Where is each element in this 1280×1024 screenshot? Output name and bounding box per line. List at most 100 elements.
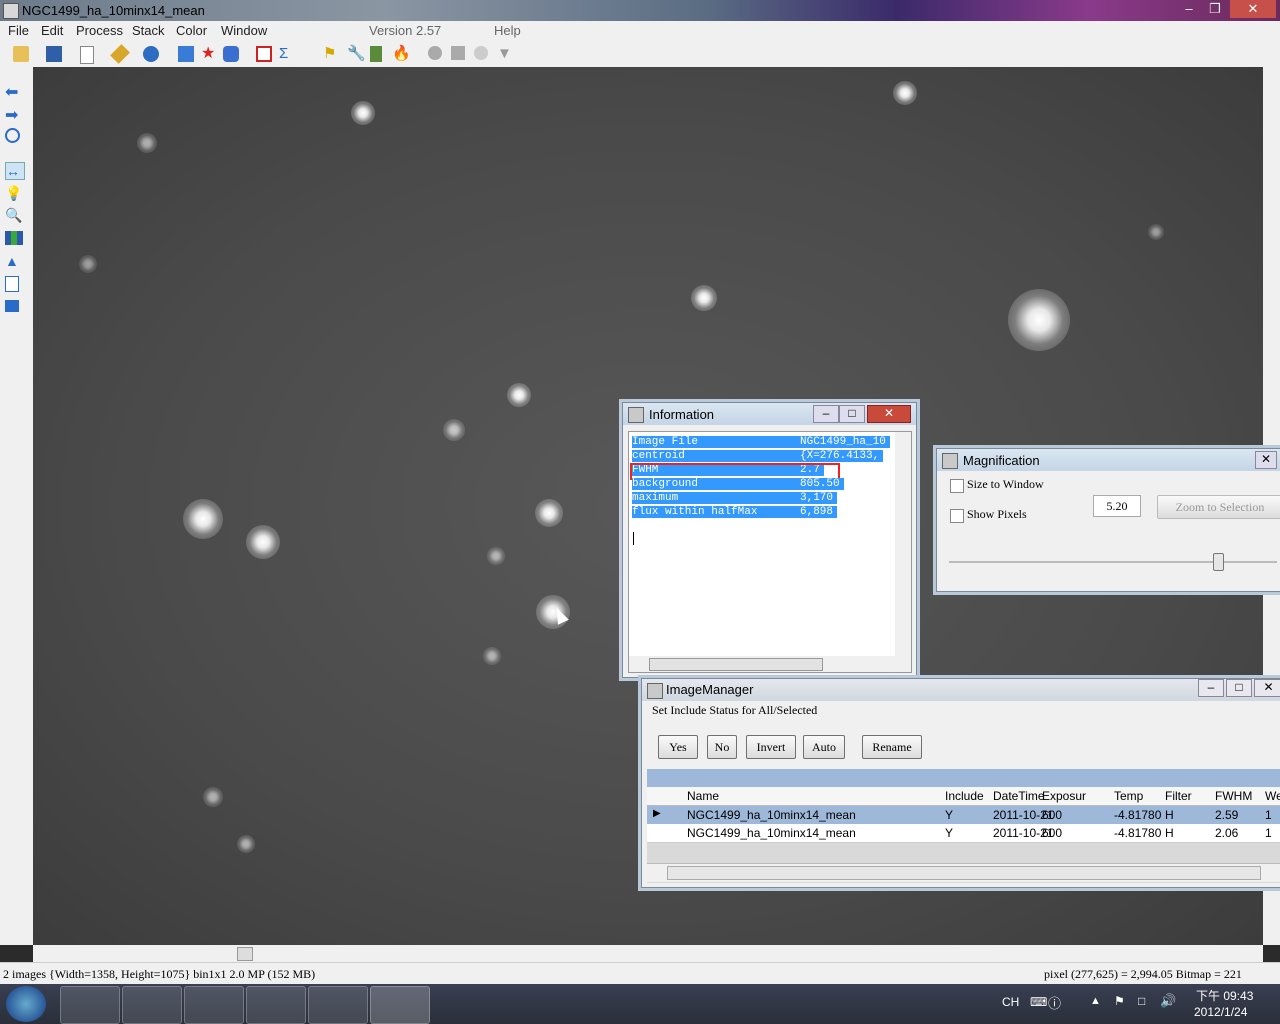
grid-row[interactable]: ▶ NGC1499_ha_10minx14_mean Y 2011-10-21 600-… — [647, 806, 1280, 825]
im-minimize-button[interactable]: – — [1198, 679, 1224, 697]
menu-stack[interactable]: Stack — [132, 23, 165, 38]
grid-column-header[interactable]: We — [1265, 789, 1280, 803]
grid-cell: 2.06 — [1215, 826, 1239, 840]
menu-process[interactable]: Process — [76, 23, 123, 38]
grid-column-header[interactable]: FWHM — [1215, 789, 1252, 803]
back-arrow-icon[interactable]: ⬅ — [5, 82, 23, 101]
clock-time[interactable]: 下午 09:43 — [1196, 987, 1253, 1004]
grid-column-header[interactable]: Filter — [1165, 789, 1192, 803]
info-hscrollbar[interactable] — [629, 656, 911, 672]
info-close-button[interactable]: ✕ — [867, 405, 911, 423]
volume-icon[interactable]: 🔊 — [1160, 993, 1176, 1009]
grid-group-header — [647, 769, 1280, 787]
start-button[interactable] — [6, 986, 46, 1022]
auto-button[interactable]: Auto — [803, 735, 845, 759]
info-vscrollbar[interactable] — [895, 432, 911, 656]
close-button[interactable]: ✕ — [1230, 0, 1276, 18]
version-label: Version 2.57 — [369, 23, 442, 38]
books-app-taskbar-icon[interactable] — [308, 986, 368, 1024]
file-explorer-taskbar-icon[interactable] — [122, 986, 182, 1024]
grid-column-header[interactable]: Exposur — [1042, 789, 1086, 803]
grid-hscrollbar[interactable] — [647, 863, 1280, 882]
image-grid[interactable]: Name Include DateTime Exposur Temp Filter FWHM… — [647, 787, 1280, 883]
horizontal-scrollbar[interactable] — [33, 945, 1263, 962]
clock-date[interactable]: 2012/1/24 — [1194, 1005, 1247, 1019]
swap-icon[interactable] — [223, 46, 239, 62]
flame-icon[interactable]: 🔥 — [392, 46, 411, 62]
info-row-label: maximum — [632, 492, 800, 504]
magnification-slider-thumb[interactable] — [1213, 553, 1224, 571]
invert-button[interactable]: Invert — [746, 735, 796, 759]
show-pixels-checkbox[interactable] — [950, 509, 964, 523]
menu-window[interactable]: Window — [221, 23, 267, 38]
grid-row[interactable]: NGC1499_ha_10minx14_mean Y 2011-10-21 600 -4… — [647, 824, 1280, 843]
info-hscroll-thumb[interactable] — [649, 658, 823, 671]
histogram-icon[interactable] — [5, 231, 23, 245]
grid-column-header[interactable]: DateTime — [993, 789, 1045, 803]
crop-icon[interactable] — [256, 46, 272, 62]
info-minimize-button[interactable]: – — [813, 405, 839, 423]
status-bar: 2 images {Width=1358, Height=1075} bin1x… — [0, 962, 1280, 985]
filter-icon[interactable]: ▼ — [497, 46, 513, 62]
maximize-button[interactable]: ❐ — [1202, 0, 1228, 18]
new-document-icon[interactable] — [80, 46, 94, 64]
no-button[interactable]: No — [707, 735, 737, 759]
size-to-window-checkbox[interactable] — [950, 479, 964, 493]
mag-close-button[interactable]: ✕ — [1255, 451, 1277, 469]
star-icon[interactable]: ★ — [201, 46, 217, 62]
circle-tool-icon[interactable] — [428, 46, 442, 60]
grid-column-header[interactable]: Include — [945, 789, 984, 803]
square-tool-icon[interactable] — [451, 46, 465, 60]
menu-help[interactable]: Help — [494, 23, 521, 38]
magnification-slider-track[interactable] — [949, 561, 1277, 563]
info-row-value: NGC1499_ha_10 — [800, 436, 890, 448]
information-textbox[interactable]: Image File NGC1499_ha_10 centroid {X=276.41… — [628, 431, 912, 673]
im-maximize-button[interactable]: □ — [1226, 679, 1252, 697]
flag-tray-icon[interactable]: ⚑ — [1114, 994, 1125, 1008]
help-icon[interactable] — [143, 46, 159, 62]
grid-column-header[interactable]: Name — [687, 789, 719, 803]
network-icon[interactable]: □ — [1138, 994, 1145, 1008]
sigma-icon[interactable]: Σ — [279, 46, 295, 62]
hscroll-thumb[interactable] — [237, 947, 253, 961]
wrench-icon[interactable]: 🔧 — [347, 46, 366, 62]
magnification-value-input[interactable]: 5.20 — [1093, 495, 1141, 517]
grid-cell: H — [1165, 808, 1174, 822]
star — [691, 285, 717, 311]
forward-arrow-icon[interactable]: ➡ — [5, 105, 23, 124]
flip-horizontal-icon[interactable]: ↔ — [5, 162, 25, 180]
grid-column-header[interactable]: Temp — [1114, 789, 1143, 803]
menu-file[interactable]: File — [8, 23, 29, 38]
gear-tool-icon[interactable] — [474, 46, 488, 60]
flag-icon[interactable]: ⚑ — [323, 46, 339, 62]
menu-edit[interactable]: Edit — [41, 23, 63, 38]
magnification-title: Magnification — [963, 453, 1040, 468]
internet-explorer-taskbar-icon[interactable] — [60, 986, 120, 1024]
zoom-icon[interactable]: 🔍 — [5, 207, 23, 223]
key-icon[interactable] — [110, 44, 130, 64]
stamp-icon[interactable]: ▲ — [5, 253, 23, 269]
minimize-button[interactable]: – — [1176, 0, 1202, 18]
grid-hscroll-thumb[interactable] — [667, 866, 1261, 880]
help-tray-icon[interactable]: ⓘ — [1048, 993, 1061, 1012]
rename-button[interactable]: Rename — [862, 735, 922, 759]
info-maximize-button[interactable]: □ — [839, 405, 865, 423]
red-app-taskbar-icon[interactable] — [246, 986, 306, 1024]
open-folder-icon[interactable] — [13, 46, 29, 62]
monitor-icon[interactable] — [5, 300, 19, 312]
language-indicator[interactable]: CH — [1002, 995, 1019, 1009]
zoom-to-selection-button[interactable]: Zoom to Selection — [1157, 495, 1280, 519]
im-close-button[interactable]: ✕ — [1254, 679, 1280, 697]
menu-color[interactable]: Color — [176, 23, 207, 38]
lightbulb-icon[interactable]: 💡 — [5, 185, 23, 201]
clipboard-icon[interactable] — [5, 276, 19, 292]
save-icon[interactable] — [46, 46, 62, 62]
camera-icon[interactable] — [178, 46, 194, 62]
calculator-icon[interactable] — [370, 46, 382, 62]
yes-button[interactable]: Yes — [658, 735, 698, 759]
keyboard-icon[interactable]: ⌨ — [1030, 995, 1047, 1009]
telescope-app-taskbar-icon[interactable] — [370, 986, 430, 1024]
clock-icon[interactable] — [5, 128, 20, 143]
tray-expand-icon[interactable]: ▲ — [1090, 995, 1101, 1007]
media-player-taskbar-icon[interactable] — [184, 986, 244, 1024]
